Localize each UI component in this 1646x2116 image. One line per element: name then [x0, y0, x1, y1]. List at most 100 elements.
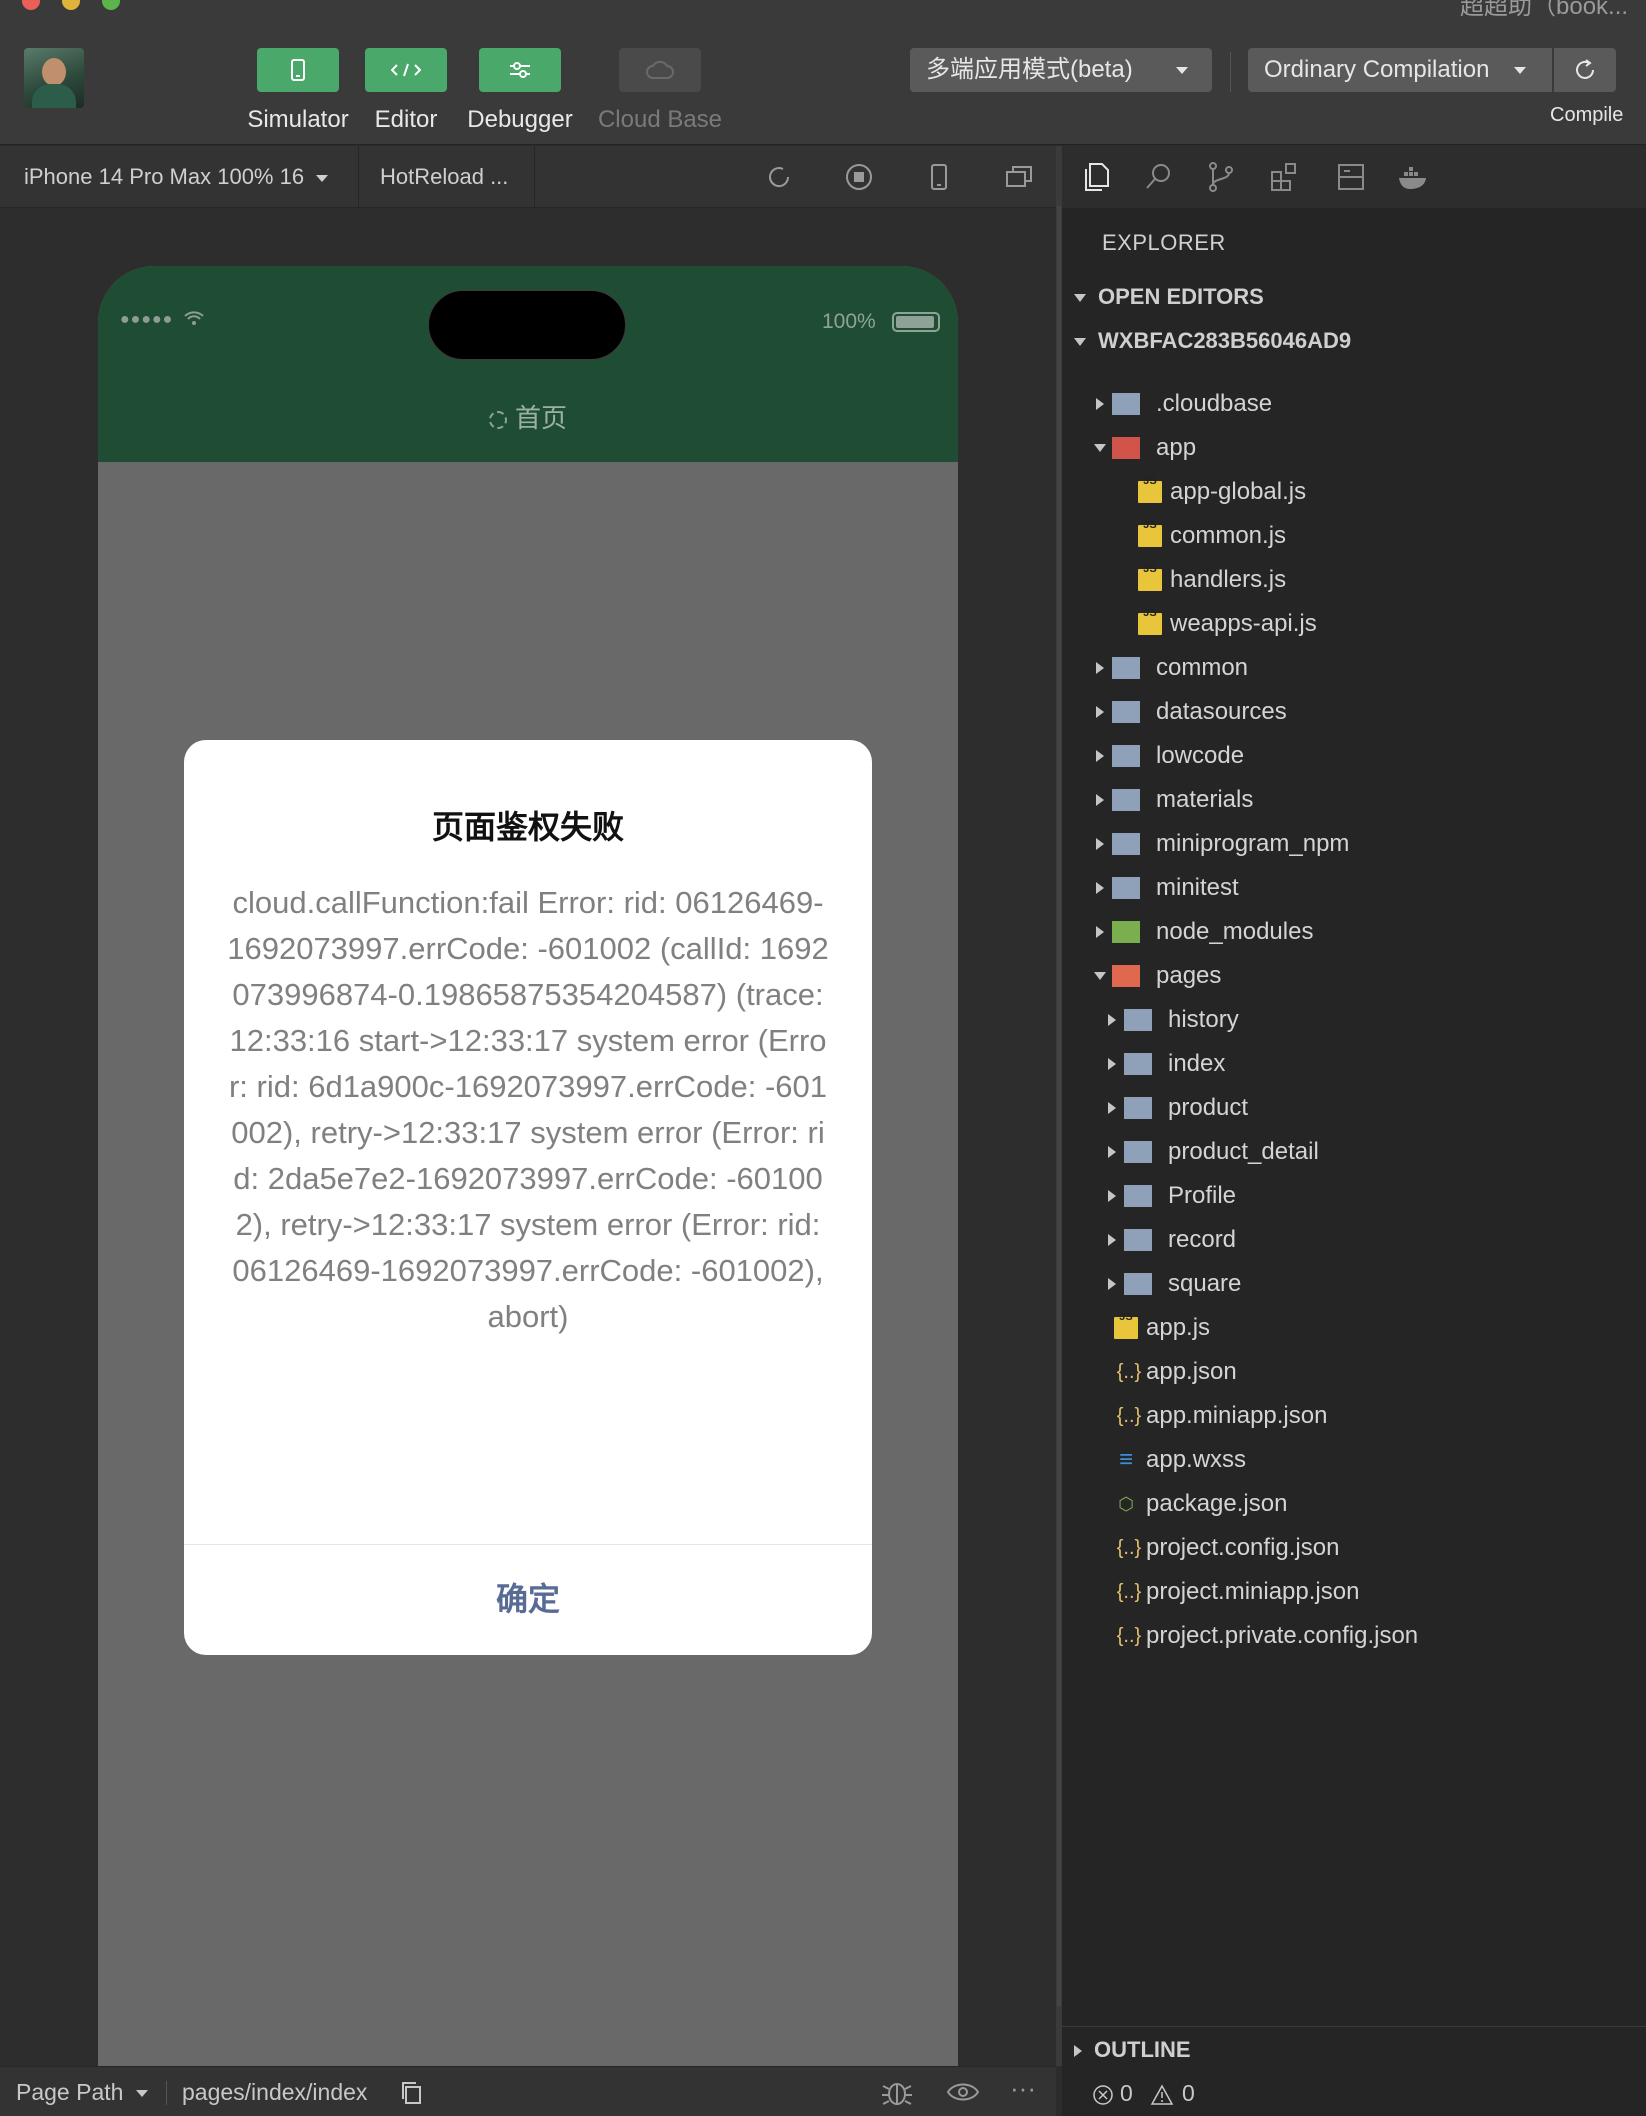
chevron-down-icon [135, 2090, 148, 2098]
chevron-right-icon[interactable] [1092, 690, 1108, 734]
maximize-window-button[interactable] [102, 0, 120, 10]
device-select[interactable]: iPhone 14 Pro Max 100% 16 [24, 164, 329, 190]
tree-item[interactable]: lowcode [1062, 734, 1646, 778]
chevron-right-icon[interactable] [1092, 382, 1108, 426]
debugger-toggle[interactable]: Debugger [460, 48, 580, 134]
tree-item-label: common [1156, 654, 1249, 681]
tree-item[interactable]: history [1062, 998, 1646, 1042]
source-control-icon[interactable] [1204, 160, 1238, 194]
stop-icon[interactable] [844, 162, 874, 192]
bug-icon[interactable] [880, 2077, 914, 2107]
detach-window-icon[interactable] [1004, 162, 1034, 192]
mode-select[interactable]: 多端应用模式(beta) [910, 48, 1212, 92]
editor-toggle[interactable]: Editor [356, 48, 456, 134]
tree-item[interactable]: {..} app.json [1062, 1350, 1646, 1394]
tree-item[interactable]: node_modules [1062, 910, 1646, 954]
tree-item[interactable]: square [1062, 1262, 1646, 1306]
chevron-right-icon[interactable] [1092, 734, 1108, 778]
tree-item[interactable]: .cloudbase [1062, 382, 1646, 426]
compile-button[interactable] [1554, 48, 1616, 92]
tree-item[interactable]: index [1062, 1042, 1646, 1086]
rotate-icon[interactable] [764, 162, 794, 192]
error-modal: 页面鉴权失败 cloud.callFunction:fail Error: ri… [184, 740, 872, 1655]
chevron-right-icon[interactable] [1104, 1262, 1120, 1306]
files-icon[interactable] [1080, 160, 1114, 194]
package-json-icon: ⬡ [1118, 1494, 1134, 1514]
open-editors-section[interactable]: OPEN EDITORS [1074, 284, 1264, 310]
user-avatar[interactable] [24, 48, 84, 108]
scrollbar[interactable] [1057, 206, 1061, 2006]
tree-item-label: app.json [1146, 1358, 1237, 1385]
close-window-button[interactable] [22, 0, 40, 10]
chevron-right-icon[interactable] [1104, 1130, 1120, 1174]
folder-icon [1112, 701, 1140, 723]
compile-mode-select[interactable]: Ordinary Compilation [1248, 48, 1552, 92]
hotreload-toggle[interactable]: HotReload ... [380, 164, 508, 190]
simulator-toggle[interactable]: Simulator [238, 48, 358, 134]
chevron-right-icon[interactable] [1104, 998, 1120, 1042]
chevron-down-icon[interactable] [1092, 426, 1108, 470]
storage-icon[interactable] [1334, 160, 1368, 194]
copy-icon[interactable] [400, 2081, 424, 2105]
tree-item[interactable]: minitest [1062, 866, 1646, 910]
chevron-right-icon[interactable] [1092, 822, 1108, 866]
search-icon[interactable] [1142, 160, 1176, 194]
chevron-right-icon[interactable] [1092, 910, 1108, 954]
chevron-down-icon[interactable] [1092, 954, 1108, 998]
docker-icon[interactable] [1396, 160, 1430, 194]
tree-item[interactable]: miniprogram_npm [1062, 822, 1646, 866]
phone-nav-bar: ●●●●● 100% 首页 [98, 266, 958, 462]
tree-item[interactable]: JS weapps-api.js [1062, 602, 1646, 646]
chevron-right-icon[interactable] [1104, 1042, 1120, 1086]
cloud-base-toggle[interactable]: Cloud Base [590, 48, 730, 134]
chevron-right-icon[interactable] [1104, 1086, 1120, 1130]
tree-item[interactable]: {..} app.miniapp.json [1062, 1394, 1646, 1438]
js-file-icon: JS [1138, 475, 1162, 503]
tree-item[interactable]: {..} project.config.json [1062, 1526, 1646, 1570]
open-editors-label: OPEN EDITORS [1098, 284, 1264, 309]
eye-icon[interactable] [946, 2079, 980, 2105]
outline-header[interactable]: OUTLINE [1074, 2037, 1191, 2063]
tree-item[interactable]: {..} project.miniapp.json [1062, 1570, 1646, 1614]
tree-item-label: .cloudbase [1156, 390, 1273, 417]
page-path-label: Page Path [16, 2079, 124, 2105]
tree-item[interactable]: common [1062, 646, 1646, 690]
tree-item-label: package.json [1146, 1490, 1288, 1517]
tree-item[interactable]: pages [1062, 954, 1646, 998]
chevron-right-icon[interactable] [1104, 1218, 1120, 1262]
chevron-right-icon[interactable] [1092, 866, 1108, 910]
divider [166, 2081, 167, 2105]
folder-icon [1112, 789, 1140, 811]
tree-item-label: project.private.config.json [1146, 1622, 1419, 1649]
tree-item[interactable]: ≡ app.wxss [1062, 1438, 1646, 1482]
tree-item[interactable]: datasources [1062, 690, 1646, 734]
minimize-window-button[interactable] [62, 0, 80, 10]
tree-item[interactable]: record [1062, 1218, 1646, 1262]
status-bar: Page Path pages/index/index ··· [0, 2066, 1056, 2116]
page-path-select[interactable]: Page Path [16, 2079, 148, 2106]
chevron-right-icon[interactable] [1104, 1174, 1120, 1218]
folder-icon [1124, 1097, 1152, 1119]
tree-item[interactable]: {..} project.private.config.json [1062, 1614, 1646, 1658]
phone-icon[interactable] [924, 162, 954, 192]
outline-section[interactable]: OUTLINE [1062, 2026, 1646, 2072]
tree-item[interactable]: product [1062, 1086, 1646, 1130]
js-file-icon: JS [1138, 563, 1162, 591]
project-section[interactable]: WXBFAC283B56046AD9 [1074, 328, 1351, 354]
tree-item[interactable]: Profile [1062, 1174, 1646, 1218]
extensions-icon[interactable] [1268, 160, 1302, 194]
error-count: 0 [1120, 2080, 1133, 2106]
divider [358, 146, 359, 208]
app-folder-icon [1112, 437, 1140, 459]
tree-item[interactable]: JS app.js [1062, 1306, 1646, 1350]
chevron-right-icon[interactable] [1092, 778, 1108, 822]
tree-item-label: materials [1156, 786, 1254, 813]
chevron-right-icon [1074, 2045, 1082, 2058]
chevron-right-icon[interactable] [1092, 646, 1108, 690]
tree-item[interactable]: product_detail [1062, 1130, 1646, 1174]
tree-item[interactable]: materials [1062, 778, 1646, 822]
tree-item[interactable]: ⬡ package.json [1062, 1482, 1646, 1526]
more-icon[interactable]: ··· [1010, 2073, 1036, 2104]
problems-status[interactable]: 0 0 [1062, 2072, 1646, 2116]
confirm-button[interactable]: 确定 [184, 1544, 872, 1655]
